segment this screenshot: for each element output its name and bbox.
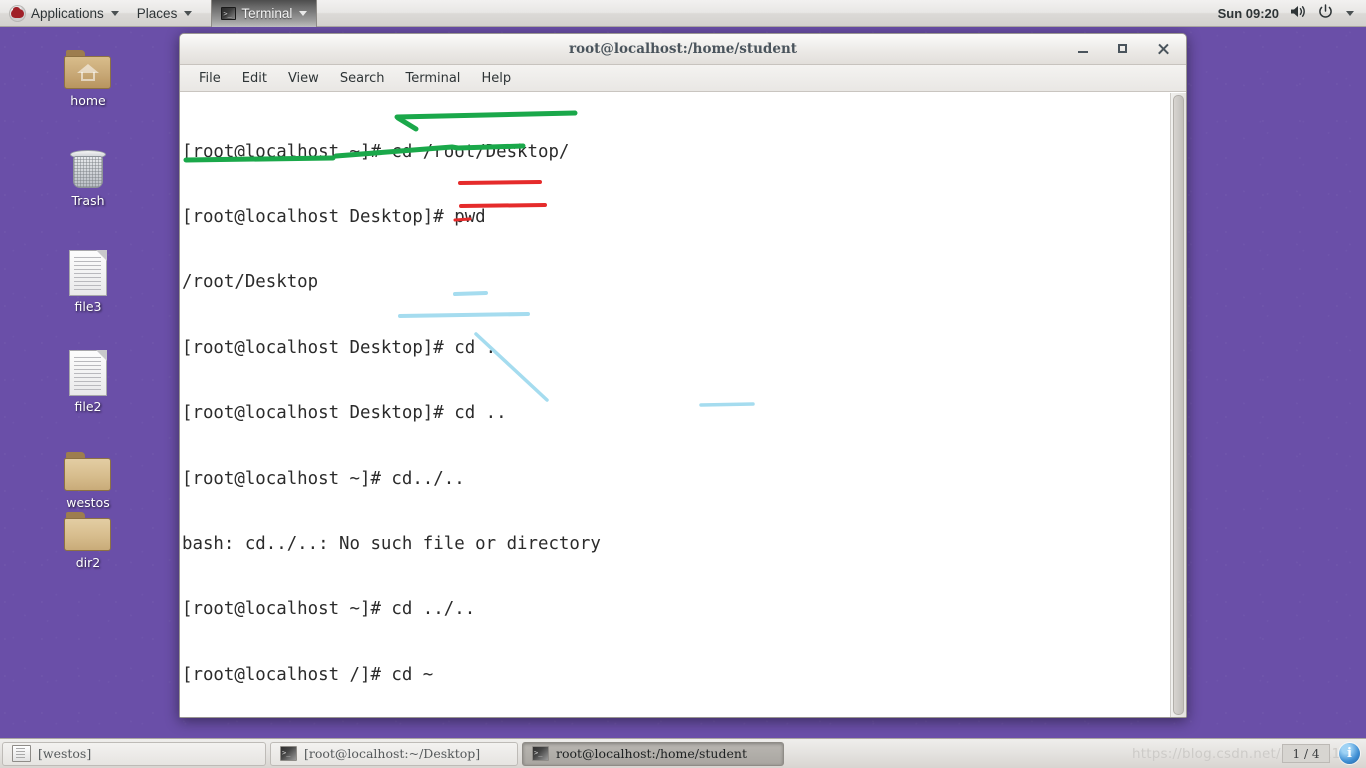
- terminal-icon: >_: [221, 6, 237, 20]
- desktop-icon-westos[interactable]: westos: [40, 452, 136, 510]
- terminal-body[interactable]: [root@localhost ~]# cd /root/Desktop/ [r…: [180, 92, 1186, 717]
- red-hat-logo-icon: [9, 4, 26, 22]
- folder-home-icon: [64, 50, 112, 90]
- chevron-down-icon: [299, 10, 308, 16]
- applications-menu[interactable]: Applications: [0, 0, 128, 27]
- chevron-down-icon: [110, 10, 119, 16]
- terminal-icon: >_: [532, 746, 549, 761]
- file-icon: [69, 250, 107, 296]
- desktop-icon-file3[interactable]: file3: [40, 250, 136, 314]
- terminal-output: [root@localhost ~]# cd /root/Desktop/ [r…: [182, 98, 1170, 717]
- panel-window-label: Terminal: [241, 5, 293, 21]
- chevron-down-icon: [184, 10, 193, 16]
- taskbar-item-label: [westos]: [38, 746, 92, 761]
- menu-terminal[interactable]: Terminal: [396, 68, 469, 89]
- terminal-line: /root/Desktop: [182, 272, 319, 293]
- menu-search[interactable]: Search: [331, 68, 394, 89]
- desktop-icon-home[interactable]: home: [40, 50, 136, 108]
- files-icon: [12, 745, 31, 762]
- terminal-titlebar[interactable]: root@localhost:/home/student: [180, 34, 1186, 65]
- taskbar-item-desktop-terminal[interactable]: >_ [root@localhost:~/Desktop]: [270, 741, 518, 766]
- file-icon: [69, 350, 107, 396]
- terminal-window: root@localhost:/home/student File Edit V…: [179, 33, 1187, 718]
- menu-help[interactable]: Help: [472, 68, 520, 89]
- taskbar-item-student-terminal[interactable]: >_ root@localhost:/home/student: [522, 741, 784, 766]
- minimize-icon[interactable]: [1076, 42, 1090, 56]
- workspace-indicator[interactable]: 1 / 4: [1282, 744, 1330, 763]
- desktop-icon-label: westos: [66, 495, 110, 510]
- chevron-down-icon[interactable]: [1346, 10, 1354, 16]
- terminal-line: [root@localhost Desktop]# cd .: [182, 337, 497, 358]
- watermark-text: https://blog.csdn.net/Pierce1101: [1131, 745, 1358, 762]
- places-menu-label: Places: [136, 5, 178, 21]
- desktop-icon-label: home: [70, 93, 106, 108]
- terminal-line: [root@localhost /]# cd ~: [182, 664, 434, 685]
- desktop-icon-label: Trash: [71, 193, 105, 208]
- panel-window-terminal[interactable]: >_ Terminal: [211, 0, 318, 27]
- menu-edit[interactable]: Edit: [233, 68, 276, 89]
- desktop-icon-label: file3: [74, 299, 102, 314]
- applications-menu-label: Applications: [31, 5, 104, 21]
- desktop-icon-label: file2: [74, 399, 102, 414]
- desktop-icon-trash[interactable]: Trash: [40, 148, 136, 208]
- taskbar-item-label: root@localhost:/home/student: [556, 746, 747, 761]
- desktop-icon-dir2[interactable]: dir2: [40, 512, 136, 570]
- window-title: root@localhost:/home/student: [568, 41, 797, 57]
- places-menu[interactable]: Places: [128, 0, 202, 27]
- window-controls: [1076, 42, 1186, 56]
- volume-icon[interactable]: [1290, 4, 1307, 22]
- terminal-line: bash: cd../..: No such file or directory: [182, 533, 601, 554]
- terminal-line: [root@localhost ~]# cd ../..: [182, 599, 476, 620]
- taskbar-item-westos[interactable]: [westos]: [2, 741, 266, 766]
- menu-file[interactable]: File: [190, 68, 230, 89]
- desktop-icon-label: dir2: [75, 555, 101, 570]
- close-icon[interactable]: [1156, 42, 1170, 56]
- top-panel: Applications Places >_ Terminal Sun 09:2…: [0, 0, 1366, 27]
- folder-icon: [64, 452, 112, 492]
- clock[interactable]: Sun 09:20: [1218, 6, 1279, 21]
- desktop-icon-file2[interactable]: file2: [40, 350, 136, 414]
- terminal-icon: >_: [280, 746, 297, 761]
- terminal-scrollbar[interactable]: [1170, 93, 1186, 717]
- scrollbar-thumb[interactable]: [1173, 95, 1184, 715]
- terminal-line: [root@localhost Desktop]# pwd: [182, 206, 486, 227]
- terminal-screen[interactable]: [root@localhost ~]# cd /root/Desktop/ [r…: [180, 93, 1170, 717]
- trash-icon: [68, 148, 108, 190]
- folder-icon: [64, 512, 112, 552]
- terminal-line: [root@localhost ~]# cd /root/Desktop/: [182, 141, 570, 162]
- terminal-line: [root@localhost ~]# cd../..: [182, 468, 465, 489]
- desktop-screen: Applications Places >_ Terminal Sun 09:2…: [0, 0, 1366, 768]
- panel-status-area: Sun 09:20: [1218, 4, 1366, 22]
- terminal-menubar: File Edit View Search Terminal Help: [180, 65, 1186, 92]
- help-icon[interactable]: i: [1339, 743, 1360, 764]
- taskbar-item-label: [root@localhost:~/Desktop]: [304, 746, 481, 761]
- power-icon[interactable]: [1318, 4, 1333, 22]
- terminal-line: [root@localhost Desktop]# cd ..: [182, 403, 507, 424]
- maximize-icon[interactable]: [1116, 42, 1130, 56]
- menu-view[interactable]: View: [279, 68, 328, 89]
- taskbar: [westos] >_ [root@localhost:~/Desktop] >…: [0, 738, 1366, 768]
